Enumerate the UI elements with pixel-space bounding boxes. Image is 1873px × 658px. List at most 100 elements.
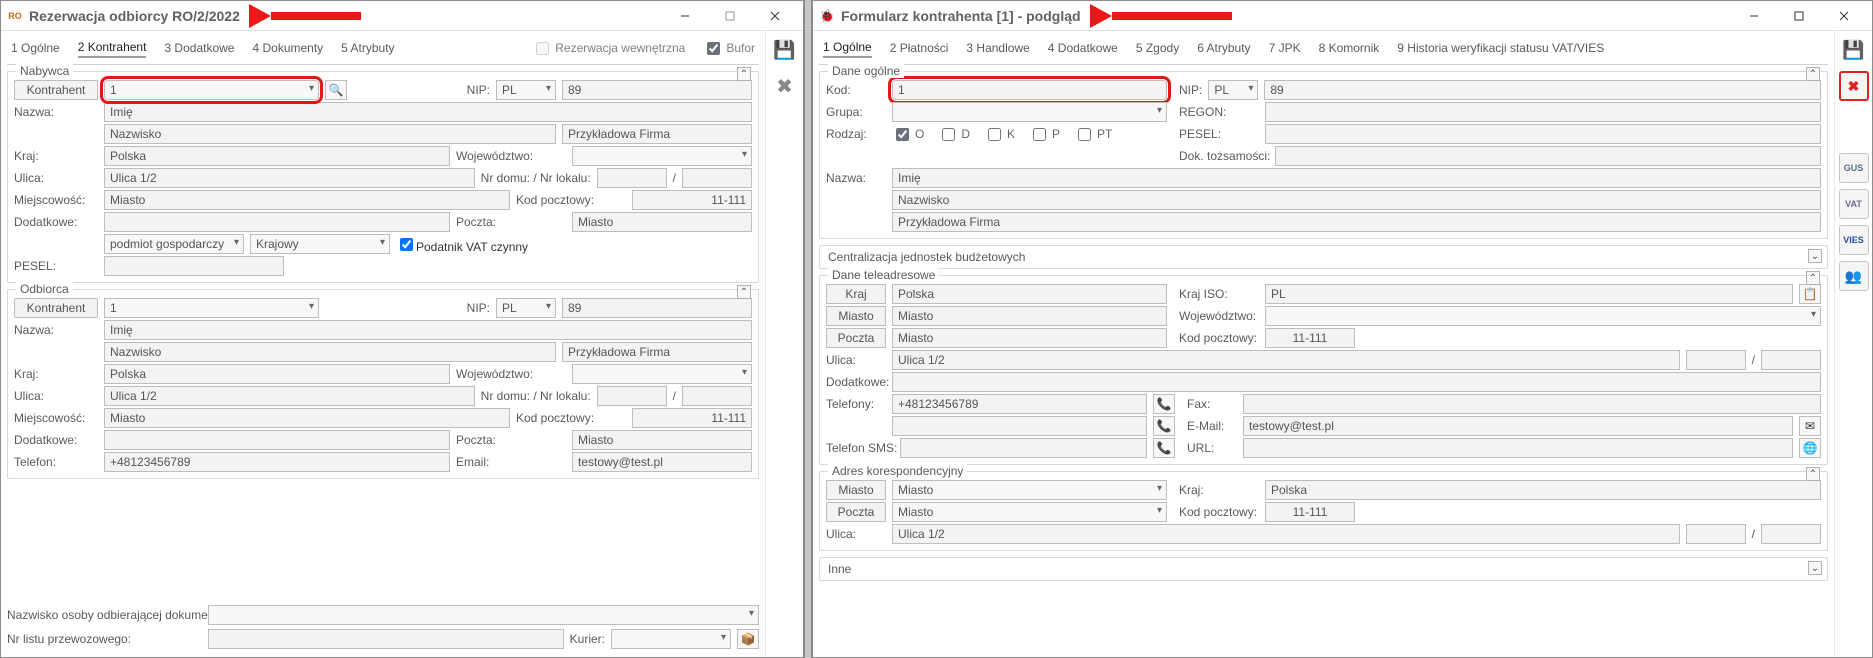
inp-fax[interactable] <box>1243 394 1821 414</box>
inp-nip-nab[interactable] <box>562 80 752 100</box>
chk-rodzaj-k[interactable]: K <box>984 125 1015 144</box>
sel-nipcc-nab[interactable]: PL <box>496 80 556 100</box>
inp-kraj-nab[interactable] <box>104 146 450 166</box>
inp-nrdomu-nab[interactable] <box>597 168 667 188</box>
inp-kod[interactable] <box>892 80 1167 100</box>
inp-ulica-odb[interactable] <box>104 386 475 406</box>
magnify-kontrahent-nab[interactable]: 🔍 <box>325 80 347 100</box>
tab-r-komornik[interactable]: 8 Komornik <box>1319 39 1380 57</box>
inp-nip-odb[interactable] <box>562 298 752 318</box>
inp-nazwisko-nab[interactable] <box>104 124 556 144</box>
close-button-r[interactable] <box>1821 2 1866 30</box>
btn-url-open[interactable]: 🌐 <box>1799 438 1821 458</box>
sel-woj-nab[interactable] <box>572 146 752 166</box>
close-button[interactable] <box>752 2 797 30</box>
tab-dokumenty[interactable]: 4 Dokumenty <box>252 39 323 57</box>
btn-email-send[interactable]: ✉ <box>1799 416 1821 436</box>
chk-vatczynny[interactable]: Podatnik VAT czynny <box>396 235 528 254</box>
tab-atrybuty[interactable]: 5 Atrybuty <box>341 39 394 57</box>
sel-nipcc-odb[interactable]: PL <box>496 298 556 318</box>
inp-ak-nrdomu[interactable] <box>1686 524 1746 544</box>
inp-ak-nrlok[interactable] <box>1761 524 1821 544</box>
btn-kurier-send[interactable]: 📦 <box>737 629 759 649</box>
inp-doktozs[interactable] <box>1275 146 1821 166</box>
inp-kodp-nab[interactable] <box>632 190 752 210</box>
sel-nipcc-r[interactable]: PL <box>1208 80 1258 100</box>
inp-kodp-odb[interactable] <box>632 408 752 428</box>
btn-ak-poczta[interactable]: Poczta <box>826 502 886 522</box>
inp-nrlok-nab[interactable] <box>682 168 752 188</box>
inp-telsms[interactable] <box>900 438 1147 458</box>
side-cancel-left[interactable]: ✖ <box>770 71 800 101</box>
collapse-odbiorca[interactable]: ⌃ <box>737 285 751 299</box>
btn-sms-send[interactable]: 📞 <box>1153 438 1175 458</box>
inp-poczta-nab[interactable] <box>572 212 752 232</box>
collapse-adrkor[interactable]: ⌃ <box>1806 467 1820 481</box>
inp-imie-odb[interactable] <box>104 320 752 340</box>
chk-rodzaj-d[interactable]: D <box>938 125 970 144</box>
btn-kontrahent-odb[interactable]: Kontrahent <box>14 298 98 318</box>
tab-kontrahent[interactable]: 2 Kontrahent <box>78 38 147 58</box>
side-save-left[interactable]: 💾 <box>770 35 800 65</box>
collapse-nabywca[interactable]: ⌃ <box>737 67 751 81</box>
tab-r-ogolne[interactable]: 1 Ogólne <box>823 38 872 58</box>
btn-miasto[interactable]: Miasto <box>826 306 886 326</box>
btn-kraj[interactable]: Kraj <box>826 284 886 304</box>
inp-imie-nab[interactable] <box>104 102 752 122</box>
inp-nrdomu-odb[interactable] <box>597 386 667 406</box>
inp-email-odb[interactable] <box>572 452 752 472</box>
collapse-dane-tele[interactable]: ⌃ <box>1806 271 1820 285</box>
tab-r-atrybuty[interactable]: 6 Atrybuty <box>1197 39 1250 57</box>
chk-rodzaj-o[interactable]: O <box>892 125 924 144</box>
inp-miasto-r[interactable] <box>892 306 1167 326</box>
btn-poczta[interactable]: Poczta <box>826 328 886 348</box>
sel-grupa[interactable] <box>892 102 1167 122</box>
inp-email-r[interactable] <box>1243 416 1793 436</box>
inp-imie-r[interactable] <box>892 168 1821 188</box>
tab-ogolne[interactable]: 1 Ogólne <box>11 39 60 57</box>
btn-kontrahent-nab[interactable]: Kontrahent <box>14 80 98 100</box>
side-gus[interactable]: GUS <box>1839 153 1869 183</box>
side-cancel-r[interactable]: ✖ <box>1839 71 1869 101</box>
inp-telefony[interactable] <box>892 394 1147 414</box>
minimize-button[interactable] <box>662 2 707 30</box>
sel-woj-odb[interactable] <box>572 364 752 384</box>
inp-firma-r[interactable] <box>892 212 1821 232</box>
tab-r-zgody[interactable]: 5 Zgody <box>1136 39 1179 57</box>
inp-pesel-nab[interactable] <box>104 256 284 276</box>
inp-dodatk-r[interactable] <box>892 372 1821 392</box>
chk-rodzaj-pt[interactable]: PT <box>1074 125 1112 144</box>
maximize-button[interactable] <box>707 2 752 30</box>
sel-kontrahent-nab[interactable]: 1 <box>104 80 319 100</box>
inp-kodp-r[interactable] <box>1265 328 1355 348</box>
sel-podmiot-nab[interactable]: podmiot gospodarczy <box>104 234 244 254</box>
chk-rezerwacja-wewn[interactable]: Rezerwacja wewnętrzna <box>532 39 685 58</box>
inp-nrlok-odb[interactable] <box>682 386 752 406</box>
inp-poczta-odb[interactable] <box>572 430 752 450</box>
sel-kurier[interactable] <box>611 629 731 649</box>
inp-pesel-r[interactable] <box>1265 124 1821 144</box>
btn-tel-dial[interactable]: 📞 <box>1153 394 1175 414</box>
inp-firma-nab[interactable] <box>562 124 752 144</box>
btn-ak-miasto[interactable]: Miasto <box>826 480 886 500</box>
inp-nrlok-r[interactable] <box>1761 350 1821 370</box>
collapse-inne[interactable]: ⌄ <box>1808 561 1822 575</box>
inp-miejsc-nab[interactable] <box>104 190 510 210</box>
inp-telefon-odb[interactable] <box>104 452 450 472</box>
inp-kraj-r[interactable] <box>892 284 1167 304</box>
inp-url[interactable] <box>1243 438 1793 458</box>
side-save-r[interactable]: 💾 <box>1839 35 1869 65</box>
inp-regon[interactable] <box>1265 102 1821 122</box>
sel-ak-miasto[interactable]: Miasto <box>892 480 1167 500</box>
inp-kraj-odb[interactable] <box>104 364 450 384</box>
inp-ulica-r[interactable] <box>892 350 1680 370</box>
inp-ak-kraj[interactable] <box>1265 480 1821 500</box>
inp-ak-kodp[interactable] <box>1265 502 1355 522</box>
chk-rodzaj-p[interactable]: P <box>1029 125 1060 144</box>
minimize-button-r[interactable] <box>1731 2 1776 30</box>
inp-nip-r[interactable] <box>1264 80 1821 100</box>
sel-kontrahent-odb[interactable]: 1 <box>104 298 319 318</box>
side-users[interactable]: 👥 <box>1839 261 1869 291</box>
inp-nazwisko-odb[interactable] <box>104 342 556 362</box>
sel-ak-poczta[interactable]: Miasto <box>892 502 1167 522</box>
